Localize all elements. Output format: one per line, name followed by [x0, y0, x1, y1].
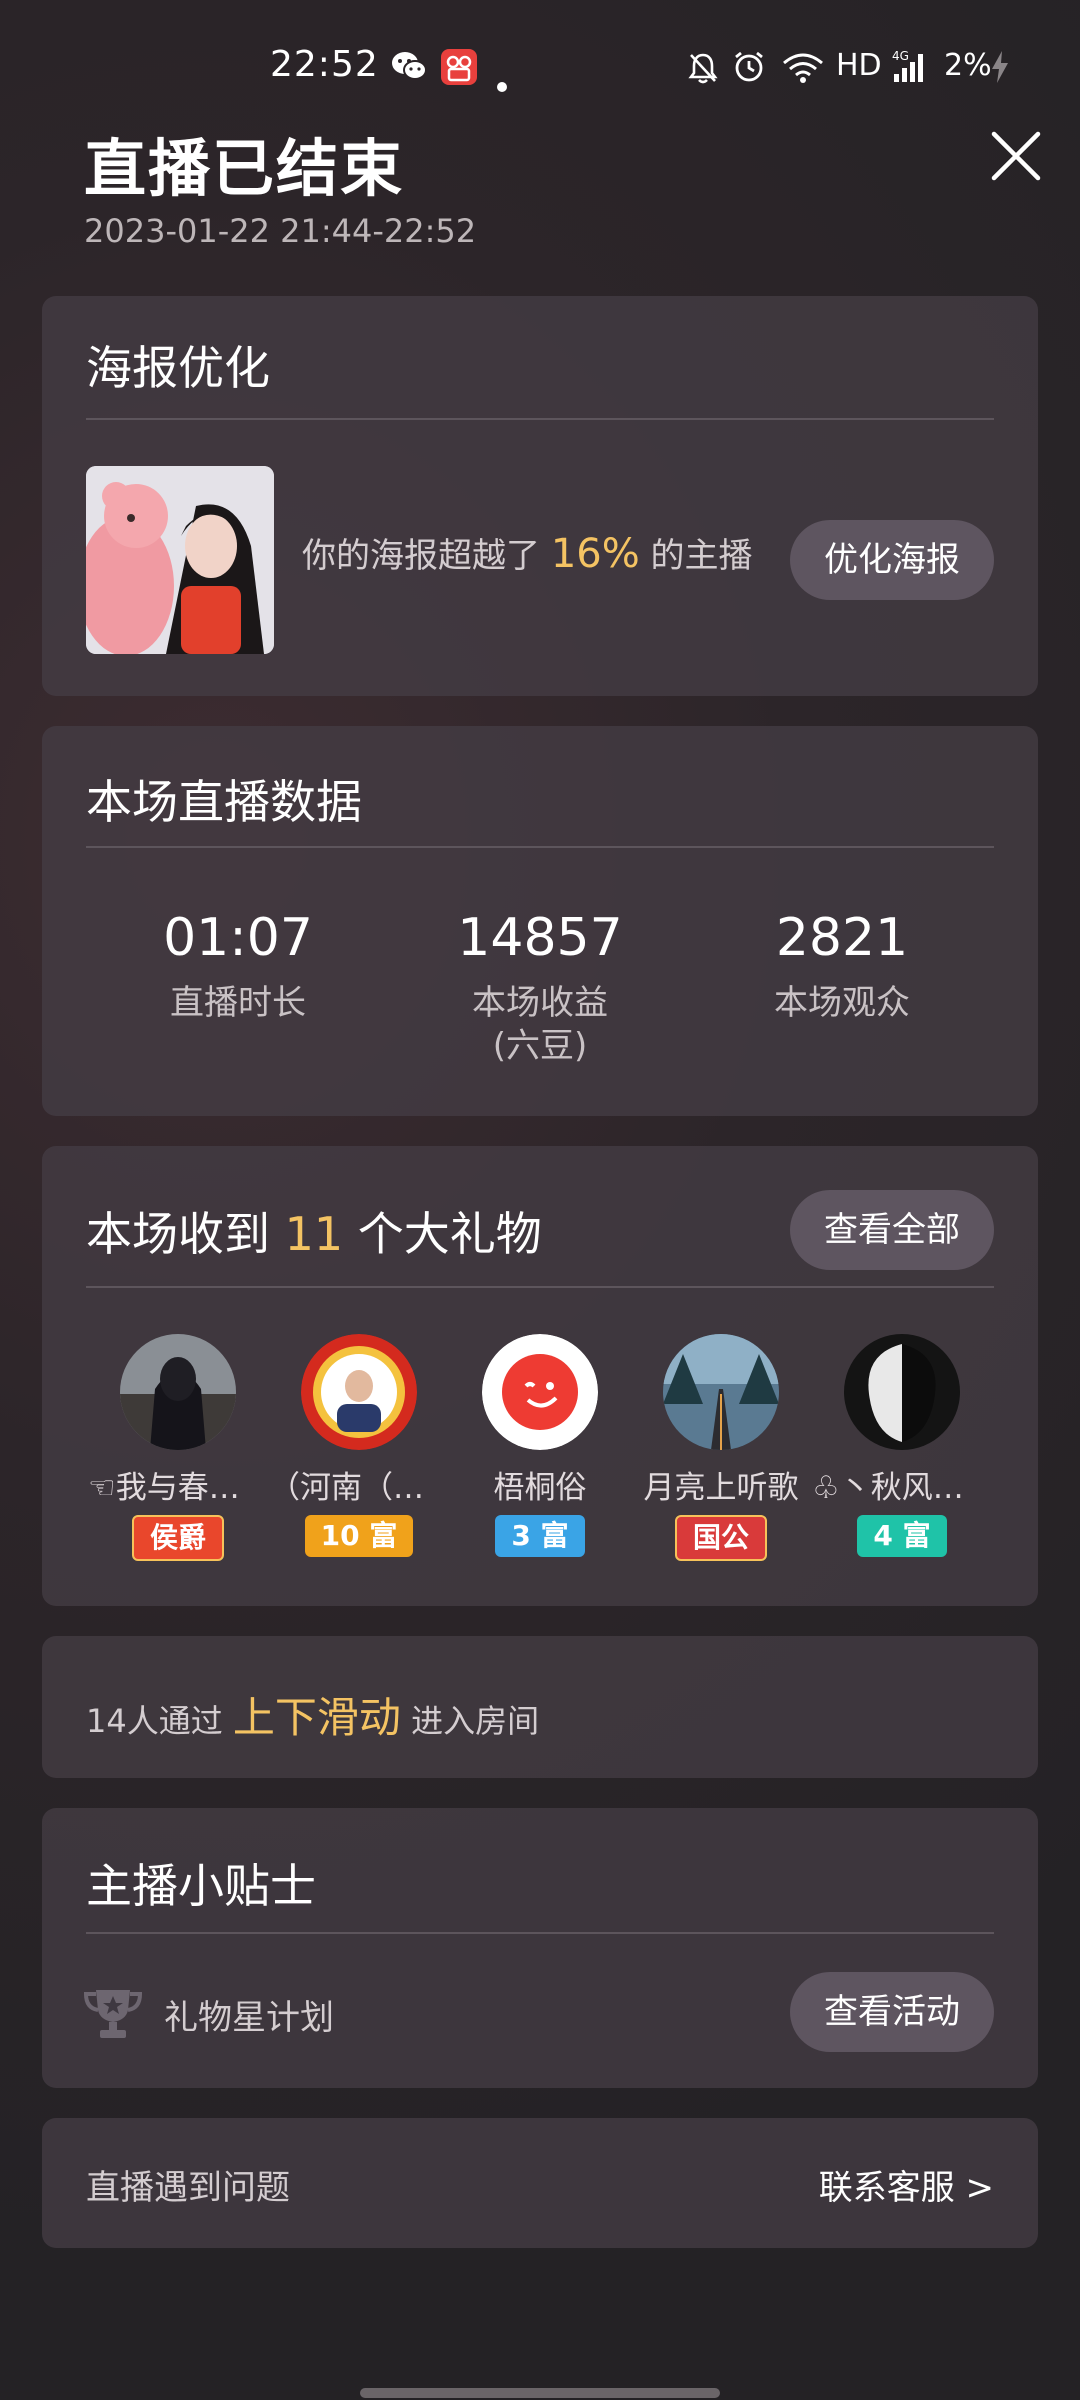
swipe-highlight: 上下滑动: [232, 1693, 401, 1742]
gift-sender-name: ♧丶秋风飘…: [812, 1470, 992, 1506]
swipe-prefix: 14人通过: [86, 1702, 233, 1740]
gift-sender-name: 月亮上听歌: [643, 1470, 799, 1506]
stat-value: 14857: [457, 908, 623, 968]
battery-percent: 2%: [944, 48, 992, 83]
gift-sender[interactable]: ♧丶秋风飘… 4 富: [812, 1334, 992, 1557]
stat-duration: 01:07 直播时长: [88, 906, 388, 1026]
gift-sender-name: ☜我与春风…: [88, 1470, 268, 1506]
gift-star-plan-label: 礼物星计划: [164, 1998, 334, 2038]
poster-text-suffix: 的主播: [639, 536, 753, 576]
stat-label: 本场收益: [472, 983, 608, 1023]
charging-bolt-icon: [990, 50, 1010, 93]
wealth-badge: 10 富: [304, 1515, 414, 1557]
gifts-title-suffix: 个大礼物: [343, 1207, 542, 1261]
page-title: 直播已结束: [84, 132, 405, 205]
gifts-title-prefix: 本场收到: [86, 1207, 285, 1261]
live-stats-card: 本场直播数据 01:07 直播时长 14857 本场收益 (六豆) 2821 本…: [42, 726, 1038, 1116]
notification-dot-icon: [496, 62, 508, 102]
divider: [86, 1286, 994, 1288]
gifts-count: 11: [284, 1207, 344, 1261]
problem-card: 直播遇到问题 联系客服 >: [42, 2118, 1038, 2248]
wealth-badge: 3 富: [495, 1515, 585, 1557]
avatar: [301, 1334, 417, 1450]
stat-label: 本场观众: [774, 983, 910, 1023]
tips-card-title: 主播小贴士: [86, 1859, 316, 1913]
divider: [86, 846, 994, 848]
view-activity-button[interactable]: 查看活动: [790, 1972, 994, 2052]
gift-sender[interactable]: 梧桐俗 3 富: [450, 1334, 630, 1557]
gift-sender[interactable]: ☜我与春风… 侯爵: [88, 1334, 268, 1561]
optimize-poster-button[interactable]: 优化海报: [790, 520, 994, 600]
swipe-suffix: 进入房间: [400, 1702, 540, 1740]
app-notification-icon: [440, 48, 478, 95]
poster-ranking-text: 你的海报超越了 16% 的主播: [302, 528, 753, 577]
avatar: [844, 1334, 960, 1450]
stat-label: 直播时长: [170, 983, 306, 1023]
gift-sender[interactable]: 月亮上听歌 国公: [631, 1334, 811, 1561]
rank-badge: 国公: [674, 1515, 767, 1561]
status-time: 22:52: [270, 44, 379, 85]
alarm-icon: [732, 50, 766, 93]
signal-type-label: 4G: [892, 49, 909, 63]
swipe-entry-card: 14人通过 上下滑动 进入房间: [42, 1636, 1038, 1778]
swipe-entry-text: 14人通过 上下滑动 进入房间: [86, 1684, 539, 1745]
big-gifts-card: 本场收到 11 个大礼物 查看全部 ☜我与春风… 侯爵 （河南（杰… 10 富 …: [42, 1146, 1038, 1606]
gift-sender-name: （河南（杰…: [269, 1470, 449, 1506]
gift-sender[interactable]: （河南（杰… 10 富: [269, 1334, 449, 1557]
rank-badge: 侯爵: [131, 1515, 224, 1561]
poster-card-title: 海报优化: [86, 341, 270, 395]
problem-label: 直播遇到问题: [86, 2168, 290, 2208]
status-bar: 22:52 HD 4G 2%: [0, 0, 1080, 120]
divider: [86, 418, 994, 420]
gifts-card-title: 本场收到 11 个大礼物: [86, 1198, 542, 1264]
poster-card: 海报优化 你的海报超越了 16% 的主播 优化海报: [42, 296, 1038, 696]
home-indicator[interactable]: [360, 2388, 720, 2398]
avatar: [120, 1334, 236, 1450]
wifi-icon: [782, 52, 824, 92]
stat-value: 01:07: [163, 908, 313, 968]
live-time-range: 2023-01-22 21:44-22:52: [84, 212, 477, 250]
avatar: [482, 1334, 598, 1450]
network-type-label: HD: [836, 48, 882, 83]
host-tips-card: 主播小贴士 礼物星计划 查看活动: [42, 1808, 1038, 2088]
signal-icon: 4G: [892, 48, 926, 93]
poster-text-prefix: 你的海报超越了: [302, 536, 551, 576]
wealth-badge: 4 富: [857, 1515, 947, 1557]
avatar: [663, 1334, 779, 1450]
stat-sublabel: (六豆): [492, 1026, 588, 1066]
stats-card-title: 本场直播数据: [86, 775, 362, 829]
trophy-icon: [82, 1986, 144, 2042]
view-all-gifts-button[interactable]: 查看全部: [790, 1190, 994, 1270]
poster-thumbnail[interactable]: [86, 466, 274, 654]
stat-value: 2821: [775, 908, 909, 968]
divider: [86, 1932, 994, 1934]
wechat-icon: [390, 50, 428, 91]
mute-bell-icon: [688, 52, 718, 93]
poster-percent: 16%: [550, 531, 640, 577]
gift-sender-name: 梧桐俗: [493, 1470, 587, 1506]
contact-support-link[interactable]: 联系客服 >: [819, 2160, 994, 2209]
close-button[interactable]: [990, 130, 1042, 182]
stat-viewers: 2821 本场观众: [692, 906, 992, 1026]
close-icon: [991, 131, 1041, 181]
stat-earnings: 14857 本场收益 (六豆): [390, 906, 690, 1066]
